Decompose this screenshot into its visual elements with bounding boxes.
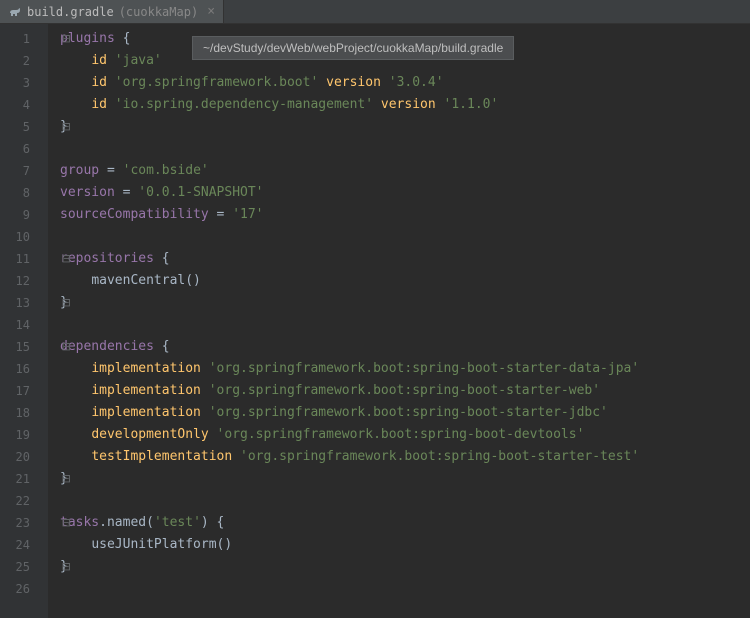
code-line[interactable]: developmentOnly 'org.springframework.boo… [60, 424, 750, 446]
code-line[interactable]: implementation 'org.springframework.boot… [60, 402, 750, 424]
line-number[interactable]: 26 [0, 578, 48, 600]
line-number[interactable]: 1 [0, 28, 48, 50]
code-line[interactable] [60, 138, 750, 160]
path-tooltip: ~/devStudy/devWeb/webProject/cuokkaMap/b… [192, 36, 514, 60]
line-number[interactable]: 13 [0, 292, 48, 314]
line-number[interactable]: 24 [0, 534, 48, 556]
code-line[interactable]: id 'io.spring.dependency-management' ver… [60, 94, 750, 116]
code-line[interactable]: testImplementation 'org.springframework.… [60, 446, 750, 468]
fold-icon[interactable]: ⊟ [62, 28, 70, 50]
code-line[interactable] [60, 226, 750, 248]
fold-icon[interactable]: ⊟ [62, 468, 70, 490]
line-number[interactable]: 23 [0, 512, 48, 534]
line-number[interactable]: 12 [0, 270, 48, 292]
code-line[interactable]: version = '0.0.1-SNAPSHOT' [60, 182, 750, 204]
line-number[interactable]: 16 [0, 358, 48, 380]
line-number[interactable]: 3 [0, 72, 48, 94]
line-number[interactable]: 2 [0, 50, 48, 72]
fold-icon[interactable]: ⊟ [62, 512, 70, 534]
fold-icon[interactable]: ⊟ [62, 116, 70, 138]
tab-filename: build.gradle [27, 5, 114, 19]
line-number[interactable]: 14 [0, 314, 48, 336]
code-line[interactable]: group = 'com.bside' [60, 160, 750, 182]
line-number[interactable]: 15 [0, 336, 48, 358]
code-line[interactable]: implementation 'org.springframework.boot… [60, 380, 750, 402]
tooltip-text: ~/devStudy/devWeb/webProject/cuokkaMap/b… [203, 41, 503, 55]
code-line[interactable] [60, 578, 750, 600]
close-icon[interactable]: × [207, 4, 215, 19]
line-number[interactable]: 9 [0, 204, 48, 226]
fold-icon[interactable]: ⊟ [62, 556, 70, 578]
code-line[interactable] [60, 314, 750, 336]
line-number[interactable]: 21 [0, 468, 48, 490]
code-area[interactable]: ⊟plugins { id 'java' id 'org.springframe… [48, 24, 750, 618]
code-line[interactable]: ⊟repositories { [60, 248, 750, 270]
code-line[interactable]: ⊟} [60, 292, 750, 314]
line-number[interactable]: 7 [0, 160, 48, 182]
code-line[interactable]: ⊟} [60, 468, 750, 490]
line-number[interactable]: 5 [0, 116, 48, 138]
code-line[interactable] [60, 490, 750, 512]
line-number[interactable]: 18 [0, 402, 48, 424]
code-line[interactable]: ⊟} [60, 116, 750, 138]
fold-icon[interactable]: ⊟ [62, 248, 70, 270]
line-number[interactable]: 6 [0, 138, 48, 160]
tab-project: (cuokkaMap) [119, 5, 198, 19]
file-tab[interactable]: build.gradle (cuokkaMap) × [0, 0, 224, 23]
code-line[interactable]: ⊟} [60, 556, 750, 578]
code-line[interactable]: useJUnitPlatform() [60, 534, 750, 556]
line-number[interactable]: 11 [0, 248, 48, 270]
editor: 1 2 3 4 5 6 7 8 9 10 11 12 13 14 15 16 1… [0, 24, 750, 618]
code-line[interactable]: mavenCentral() [60, 270, 750, 292]
line-number[interactable]: 17 [0, 380, 48, 402]
tab-bar: build.gradle (cuokkaMap) × [0, 0, 750, 24]
line-number[interactable]: 22 [0, 490, 48, 512]
line-number[interactable]: 19 [0, 424, 48, 446]
code-line[interactable]: implementation 'org.springframework.boot… [60, 358, 750, 380]
code-line[interactable]: ⊟dependencies { [60, 336, 750, 358]
gutter: 1 2 3 4 5 6 7 8 9 10 11 12 13 14 15 16 1… [0, 24, 48, 618]
line-number[interactable]: 20 [0, 446, 48, 468]
line-number[interactable]: 8 [0, 182, 48, 204]
fold-icon[interactable]: ⊟ [62, 292, 70, 314]
line-number[interactable]: 4 [0, 94, 48, 116]
code-line[interactable]: sourceCompatibility = '17' [60, 204, 750, 226]
gradle-icon [8, 5, 22, 19]
code-line[interactable]: id 'org.springframework.boot' version '3… [60, 72, 750, 94]
fold-icon[interactable]: ⊟ [62, 336, 70, 358]
code-line[interactable]: ⊟tasks.named('test') { [60, 512, 750, 534]
line-number[interactable]: 10 [0, 226, 48, 248]
line-number[interactable]: 25 [0, 556, 48, 578]
